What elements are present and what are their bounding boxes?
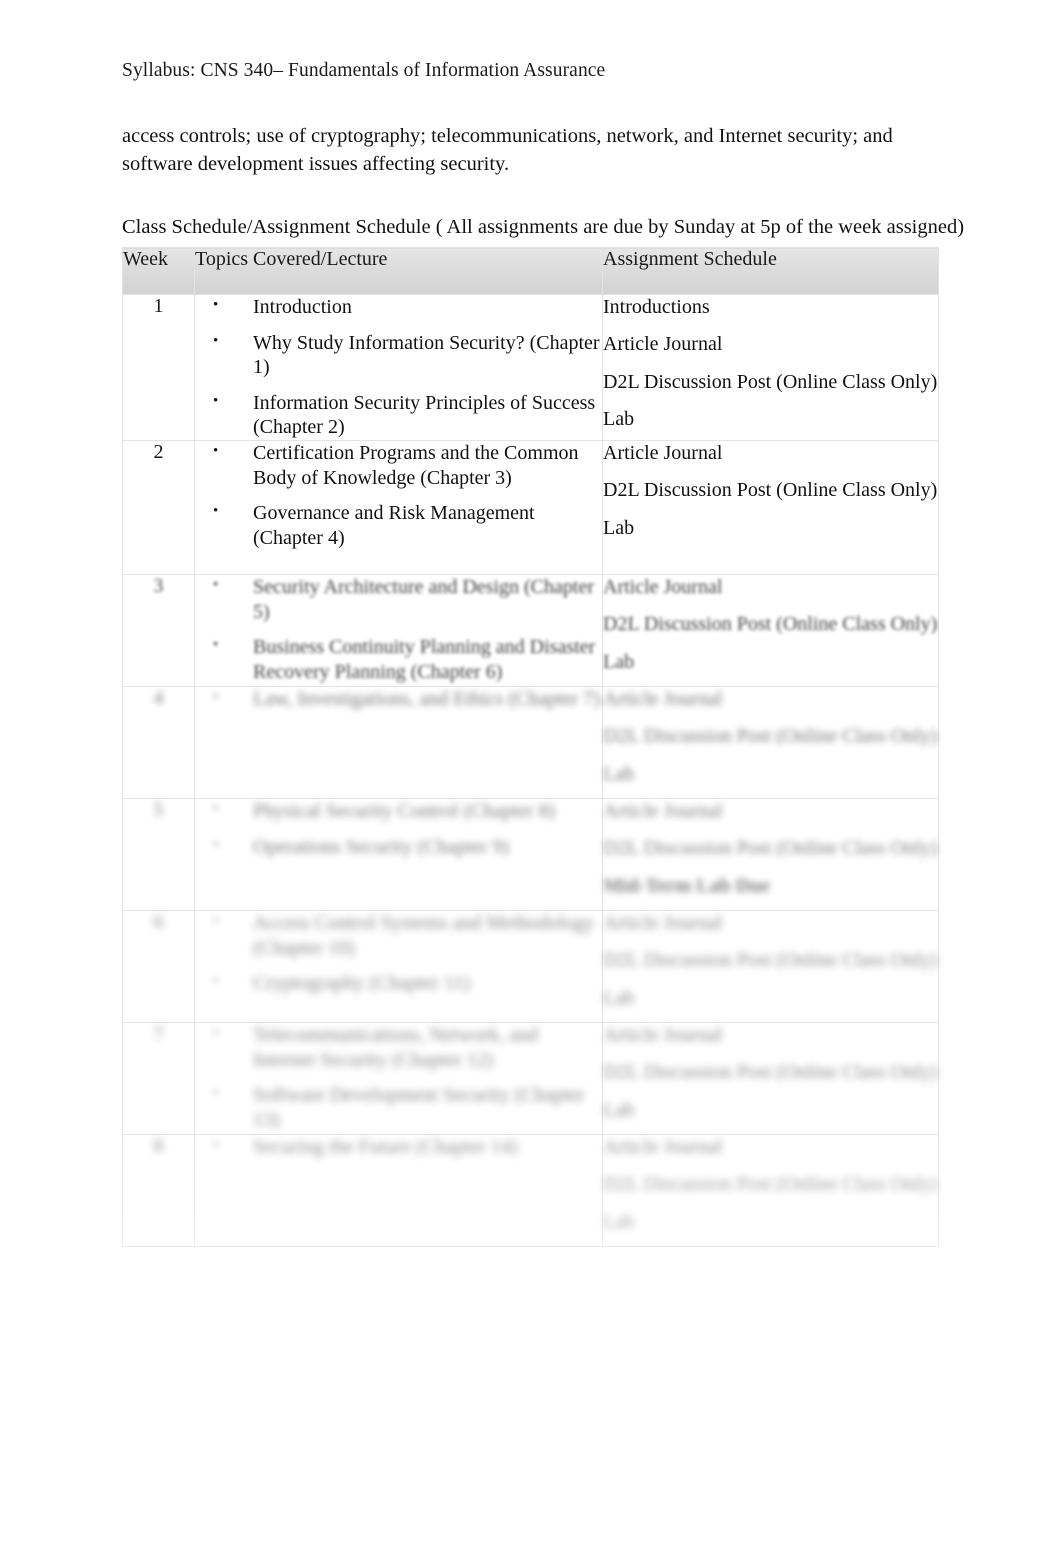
assignment-item: D2L Discussion Post (Online Class Only) xyxy=(603,1061,938,1084)
running-header: Syllabus: CNS 340– Fundamentals of Infor… xyxy=(122,60,606,81)
assignment-item: Article Journal xyxy=(603,576,723,598)
topic-item: Security Architecture and Design (Chapte… xyxy=(195,574,602,624)
topics-cell: Law, Investigations, and Ethics (Chapter… xyxy=(194,686,603,799)
topic-item: Governance and Risk Management (Chapter … xyxy=(195,500,602,550)
week-number: 7 xyxy=(122,1022,195,1135)
topics-list: Access Control Systems and Methodology (… xyxy=(195,910,602,996)
assignment-item: D2L Discussion Post (Online Class Only) xyxy=(603,370,938,393)
assignment-item: Lab xyxy=(603,1210,635,1233)
column-header-assignments: Assignment Schedule xyxy=(602,247,939,295)
topics-cell: Security Architecture and Design (Chapte… xyxy=(194,574,603,687)
assignment-item: D2L Discussion Post (Online Class Only) xyxy=(603,1173,938,1196)
topic-item: Software Development Security (Chapter 1… xyxy=(195,1082,602,1132)
column-header-week: Week xyxy=(122,247,195,295)
week-number: 1 xyxy=(122,294,195,441)
assignment-item: Introductions xyxy=(603,296,710,318)
assignment-item: Article Journal xyxy=(603,333,723,356)
week-number: 2 xyxy=(122,440,195,575)
body-paragraph: access controls; use of cryptography; te… xyxy=(122,125,893,176)
assignment-item: Lab xyxy=(603,650,635,673)
assignment-item: Lab xyxy=(603,1098,635,1121)
topics-list: Telecommunications, Network, and Interne… xyxy=(195,1022,602,1132)
schedule-table-container: Week Topics Covered/Lecture Assignment S… xyxy=(122,247,939,1247)
table-row: 4Law, Investigations, and Ethics (Chapte… xyxy=(122,686,939,799)
table-header: Week Topics Covered/Lecture Assignment S… xyxy=(122,247,939,295)
assignments-cell: Article Journal D2L Discussion Post (Onli… xyxy=(602,910,939,1023)
assignment-item: Lab xyxy=(603,516,635,539)
assignment-item: D2L Discussion Post (Online Class Only) xyxy=(603,837,938,860)
schedule-caption: Class Schedule/Assignment Schedule ( All… xyxy=(122,216,965,238)
week-number: 4 xyxy=(122,686,195,799)
topics-cell: Securing the Future (Chapter 14) xyxy=(194,1134,603,1247)
topic-item: Telecommunications, Network, and Interne… xyxy=(195,1022,602,1072)
document-page: Syllabus: CNS 340– Fundamentals of Infor… xyxy=(0,0,1062,1561)
topic-item: Introduction xyxy=(195,294,602,320)
topics-cell: Certification Programs and the Common Bo… xyxy=(194,440,603,575)
topic-item: Why Study Information Security? (Chapter… xyxy=(195,330,602,380)
assignment-item: Article Journal xyxy=(603,1136,723,1158)
assignment-item: Article Journal xyxy=(603,800,723,822)
topics-list: Security Architecture and Design (Chapte… xyxy=(195,574,602,684)
table-row: 8Securing the Future (Chapter 14)Article… xyxy=(122,1134,939,1247)
topics-list: Introduction Why Study Information Securi… xyxy=(195,294,602,440)
topic-item: Certification Programs and the Common Bo… xyxy=(195,440,602,490)
assignment-item: Lab xyxy=(603,986,635,1009)
assignment-item: Article Journal xyxy=(603,912,723,934)
topics-cell: Access Control Systems and Methodology (… xyxy=(194,910,603,1023)
assignment-item: D2L Discussion Post (Online Class Only) xyxy=(603,949,938,972)
assignment-item: D2L Discussion Post (Online Class Only) xyxy=(603,479,938,502)
topics-cell: Physical Security Control (Chapter 8) Ope… xyxy=(194,798,603,911)
topic-item: Business Continuity Planning and Disaste… xyxy=(195,634,602,684)
topics-list: Law, Investigations, and Ethics (Chapter… xyxy=(195,686,602,712)
assignment-item: Article Journal xyxy=(603,442,723,464)
week-number: 6 xyxy=(122,910,195,1023)
assignment-item: D2L Discussion Post (Online Class Only) xyxy=(603,725,938,748)
assignments-cell: Article Journal D2L Discussion Post (Onli… xyxy=(602,1022,939,1135)
class-schedule-table: Week Topics Covered/Lecture Assignment S… xyxy=(122,247,939,1247)
topic-item: Operations Security (Chapter 9) xyxy=(195,834,602,860)
assignment-item: Lab xyxy=(603,762,635,785)
topic-item: Information Security Principles of Succe… xyxy=(195,390,602,440)
column-header-topics: Topics Covered/Lecture xyxy=(194,247,603,295)
topic-item: Law, Investigations, and Ethics (Chapter… xyxy=(195,686,602,712)
assignment-item: D2L Discussion Post (Online Class Only) xyxy=(603,613,938,636)
table-row: 1Introduction Why Study Information Secur… xyxy=(122,294,939,441)
table-row: 3Security Architecture and Design (Chapt… xyxy=(122,574,939,687)
table-body: 1Introduction Why Study Information Secur… xyxy=(122,294,939,1247)
topic-item: Access Control Systems and Methodology (… xyxy=(195,910,602,960)
table-row: 6Access Control Systems and Methodology … xyxy=(122,910,939,1023)
table-row: 2Certification Programs and the Common B… xyxy=(122,440,939,575)
assignments-cell: Article Journal D2L Discussion Post (Onli… xyxy=(602,686,939,799)
table-header-row: Week Topics Covered/Lecture Assignment S… xyxy=(122,247,939,295)
assignments-cell: Article Journal D2L Discussion Post (Onli… xyxy=(602,440,939,575)
topics-cell: Telecommunications, Network, and Interne… xyxy=(194,1022,603,1135)
topic-item: Securing the Future (Chapter 14) xyxy=(195,1134,602,1160)
topics-list: Physical Security Control (Chapter 8) Ope… xyxy=(195,798,602,860)
assignment-item: Article Journal xyxy=(603,1024,723,1046)
topics-list: Certification Programs and the Common Bo… xyxy=(195,440,602,550)
week-number: 5 xyxy=(122,798,195,911)
week-number: 8 xyxy=(122,1134,195,1247)
assignments-cell: Article Journal D2L Discussion Post (Onli… xyxy=(602,574,939,687)
assignments-cell: Introductions Article Journal D2L Discussi… xyxy=(602,294,939,441)
week-number: 3 xyxy=(122,574,195,687)
assignment-item: Article Journal xyxy=(603,688,723,710)
assignment-item-highlighted: Mid-Term Lab Due xyxy=(603,874,771,897)
topic-item: Cryptography (Chapter 11) xyxy=(195,970,602,996)
assignments-cell: Article Journal D2L Discussion Post (Onli… xyxy=(602,1134,939,1247)
assignments-cell: Article Journal D2L Discussion Post (Onli… xyxy=(602,798,939,911)
topics-list: Securing the Future (Chapter 14) xyxy=(195,1134,602,1160)
topics-cell: Introduction Why Study Information Securi… xyxy=(194,294,603,441)
topic-item: Physical Security Control (Chapter 8) xyxy=(195,798,602,824)
table-row: 5Physical Security Control (Chapter 8) Op… xyxy=(122,798,939,911)
assignment-item: Lab xyxy=(603,408,635,431)
table-row: 7Telecommunications, Network, and Intern… xyxy=(122,1022,939,1135)
